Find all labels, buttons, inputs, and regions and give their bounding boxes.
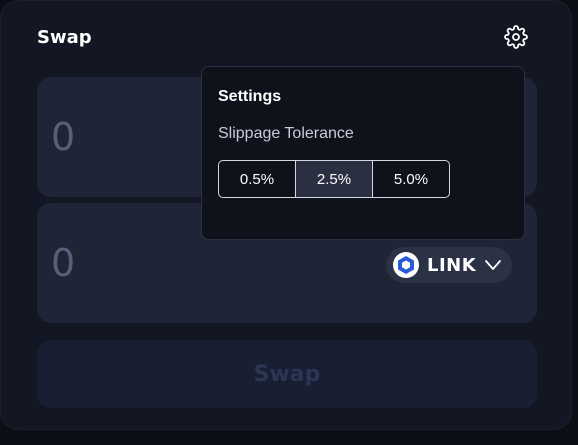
from-amount-input[interactable]: 0 — [51, 115, 75, 159]
to-amount-input[interactable]: 0 — [51, 241, 75, 285]
chevron-down-icon — [485, 260, 502, 270]
slippage-option-2-5[interactable]: 2.5% — [295, 161, 372, 197]
page-title: Swap — [37, 27, 92, 48]
token-select-button[interactable]: LINK — [386, 247, 512, 283]
slippage-options: 0.5% 2.5% 5.0% — [218, 160, 450, 198]
slippage-label: Slippage Tolerance — [218, 125, 354, 142]
settings-title: Settings — [218, 88, 282, 105]
slippage-option-5-0[interactable]: 5.0% — [372, 161, 449, 197]
token-symbol: LINK — [427, 254, 477, 276]
settings-popover: Settings Slippage Tolerance 0.5% 2.5% 5.… — [201, 66, 525, 240]
slippage-option-0-5[interactable]: 0.5% — [219, 161, 295, 197]
gear-icon[interactable] — [504, 25, 528, 49]
swap-button[interactable]: Swap — [37, 340, 537, 408]
chainlink-icon — [393, 252, 419, 278]
